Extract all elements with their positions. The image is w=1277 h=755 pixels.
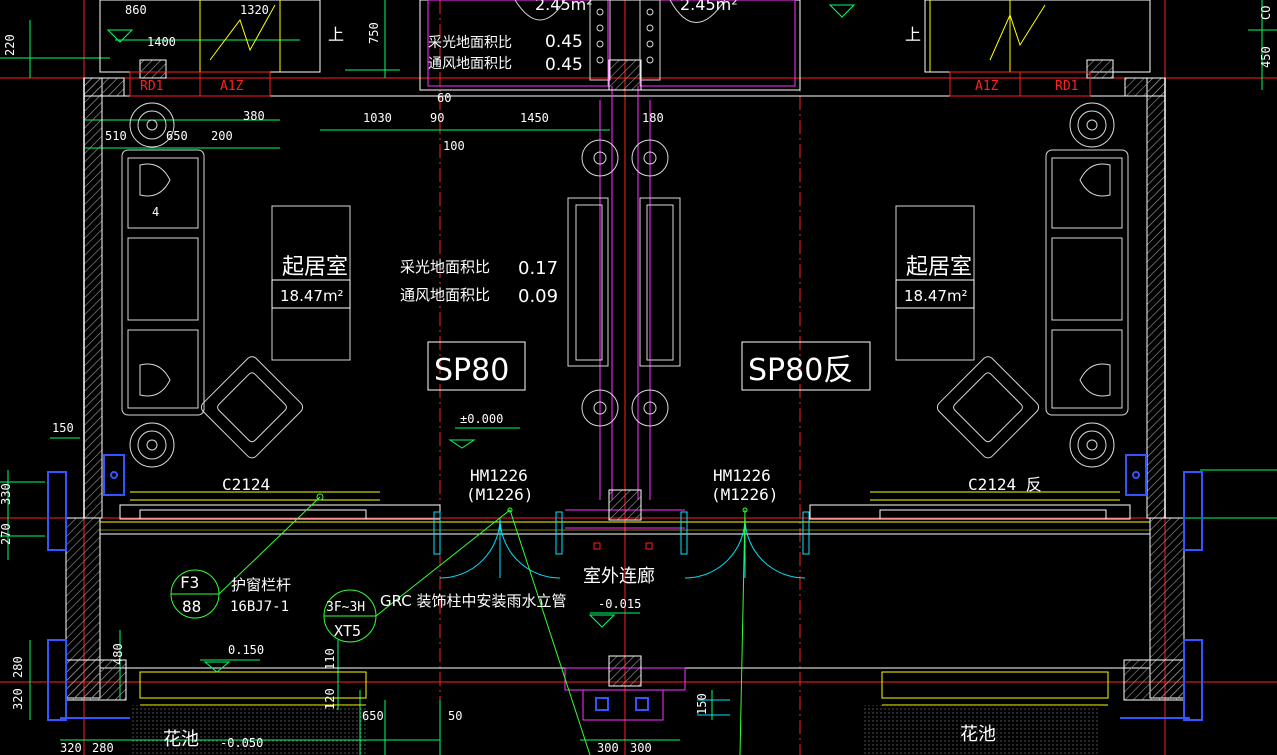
dim-320: 320 — [11, 688, 25, 710]
dim-50: 50 — [448, 709, 462, 723]
cad-drawing-canvas[interactable]: 860 1320 1400 220 750 450 CO 上 上 2.45m² … — [0, 0, 1277, 755]
dim-60: 60 — [437, 91, 451, 105]
dim-650: 650 — [166, 129, 188, 143]
corridor-name: 室外连廊 — [583, 566, 655, 587]
elev-markers — [200, 427, 640, 661]
stair-arrows — [106, 4, 856, 673]
railing-label: 护窗栏杆 — [231, 576, 291, 594]
dim-100: 100 — [443, 139, 465, 153]
ref-xt5-top: 3F~3H — [326, 600, 365, 615]
railing-std: 16BJ7-1 — [230, 599, 289, 615]
window-left: C2124 — [222, 475, 270, 494]
up-mark-left: 上 — [328, 25, 344, 44]
window-right: C2124 反 — [968, 475, 1042, 494]
dim-330: 330 — [0, 483, 13, 505]
elev-floor: ±0.000 — [460, 412, 503, 426]
ref-f3-bottom: 88 — [182, 597, 201, 616]
dim-450: 450 — [1259, 46, 1273, 68]
elev-left-step: 0.150 — [228, 643, 264, 657]
dim-280-bottom: 280 — [92, 741, 114, 755]
ref-xt5-bottom: XT5 — [334, 622, 361, 640]
dim-300-a: 300 — [597, 741, 619, 755]
dim-1320: 1320 — [240, 3, 269, 17]
right-furniture — [895, 102, 1129, 468]
tag-a1z-right: A1Z — [975, 79, 999, 94]
tag-frames — [271, 279, 975, 391]
dim-320-bottom: 320 — [60, 741, 82, 755]
living-left-area: 18.47m² — [280, 287, 344, 305]
unit-tag-right: SP80反 — [748, 353, 853, 388]
area-top-right: 2.45m² — [680, 0, 738, 14]
dim-270: 270 — [0, 523, 13, 545]
dim-1030: 1030 — [363, 111, 392, 125]
tag-rd1-right: RD1 — [1055, 79, 1078, 94]
vent-ratio-label: 通风地面积比 — [400, 286, 490, 304]
unit-tag-left: SP80 — [434, 353, 509, 388]
top-vent-ratio-label: 通风地面积比 — [428, 56, 512, 72]
top-light-ratio-value: 0.45 — [545, 32, 583, 52]
dim-220: 220 — [3, 34, 17, 56]
dim-110: 110 — [323, 648, 337, 670]
dim-1400: 1400 — [147, 35, 176, 49]
flower-left: 花池 — [163, 729, 199, 750]
dim-200: 200 — [211, 129, 233, 143]
light-ratio-label: 采光地面积比 — [400, 258, 490, 276]
floor-plan: 860 1320 1400 220 750 450 CO 上 上 2.45m² … — [0, 0, 1277, 755]
elev-bottom: -0.050 — [220, 736, 263, 750]
grc-note: GRC 装饰柱中安装雨水立管 — [380, 592, 567, 610]
flower-right: 花池 — [960, 724, 996, 745]
col-label: CO — [1259, 6, 1273, 20]
tag-a1z-left: A1Z — [220, 79, 244, 94]
dim-150: 150 — [52, 421, 74, 435]
dim-4: 4 — [152, 205, 159, 219]
light-ratio-value: 0.17 — [518, 258, 558, 279]
top-vent-ratio-value: 0.45 — [545, 55, 583, 75]
vent-ratio-value: 0.09 — [518, 286, 558, 307]
dim-860: 860 — [125, 3, 147, 17]
dim-120: 120 — [323, 688, 337, 710]
dim-280: 280 — [11, 656, 25, 678]
dim-380: 380 — [243, 109, 265, 123]
door-left-code: HM1226 — [470, 466, 528, 485]
dim-510: 510 — [105, 129, 127, 143]
dim-750: 750 — [367, 22, 381, 44]
dim-480: 480 — [111, 643, 125, 665]
drains — [593, 542, 653, 550]
door-left-alt: (M1226) — [466, 485, 533, 504]
dim-300-b: 300 — [630, 741, 652, 755]
dim-90: 90 — [430, 111, 444, 125]
dim-650-bottom: 650 — [362, 709, 384, 723]
door-right-alt: (M1226) — [711, 485, 778, 504]
dim-180: 180 — [642, 111, 664, 125]
living-right-name: 起居室 — [906, 255, 972, 280]
tag-rd1-left: RD1 — [140, 79, 163, 94]
living-right-area: 18.47m² — [904, 287, 968, 305]
area-top-left: 2.45m² — [535, 0, 593, 14]
door-right-code: HM1226 — [713, 466, 771, 485]
living-left-name: 起居室 — [282, 255, 348, 280]
dim-150-bottom: 150 — [695, 693, 709, 715]
dim-1450: 1450 — [520, 111, 549, 125]
left-furniture — [121, 102, 351, 468]
up-mark-right: 上 — [905, 25, 921, 44]
elev-corridor: -0.015 — [598, 597, 641, 611]
ref-f3-top: F3 — [180, 573, 199, 592]
top-light-ratio-label: 采光地面积比 — [428, 35, 512, 51]
